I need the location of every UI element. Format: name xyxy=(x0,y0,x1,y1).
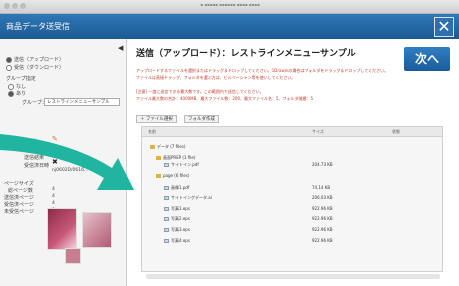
page-thumbnail[interactable] xyxy=(47,208,77,250)
file-icon xyxy=(164,163,169,167)
send-date-value: nj0602D/0616... xyxy=(52,168,89,173)
file-row[interactable]: 写真2.eps xyxy=(164,215,190,222)
zoom-window-dot[interactable] xyxy=(20,3,26,9)
radio-dot-selected-icon xyxy=(8,90,14,97)
next-button[interactable]: 次へ xyxy=(404,47,450,71)
file-size: 922.96 KB xyxy=(312,206,333,211)
file-name: 画像1.pdf xyxy=(171,185,190,190)
file-name: データ (7 files) xyxy=(157,144,186,149)
file-row[interactable]: サイトイングデータ.ai xyxy=(164,194,212,201)
page-in-value: 4 xyxy=(52,194,55,199)
warning-line: [注意] 一度に送信できる最大数です。この範囲内で送信してください。 xyxy=(136,89,264,94)
file-name: page (6 files) xyxy=(163,173,190,178)
radio-group-yes-label: あり xyxy=(16,91,27,97)
file-name: サイトイングデータ.ai xyxy=(171,195,212,200)
folder-icon xyxy=(156,156,161,160)
file-size: 922.96 KB xyxy=(312,227,333,232)
file-size: 206.03 KB xyxy=(312,195,333,200)
window-titlebar: ▪ ▪▪▪▪▪ ▪▪▪▪▪▪ ▪▪▪▪ ▪▪▪▪ xyxy=(0,0,459,14)
file-name: 画面PREP (1 file) xyxy=(163,155,196,160)
folder-row[interactable]: データ (7 files) xyxy=(150,143,185,150)
file-row[interactable]: 写真1.eps xyxy=(164,205,190,212)
file-icon xyxy=(164,196,169,200)
page-section-label: ページサイズ xyxy=(4,181,34,187)
page-unsent-label: 未受信ページ xyxy=(4,209,34,215)
radio-receive[interactable]: 受信（ダウンロード） xyxy=(6,64,64,71)
page-thumbnail[interactable] xyxy=(82,212,112,248)
file-icon xyxy=(164,239,169,243)
horizontal-scrollbar[interactable] xyxy=(146,274,440,279)
group-select[interactable]: レストラインメニューサンプル xyxy=(44,98,120,106)
page-title: 送信（アップロード）：レストラインメニューサンプル xyxy=(136,49,356,59)
page-out-value: 4 xyxy=(52,201,55,206)
column-size[interactable]: サイズ xyxy=(312,129,324,135)
app-title: 商品データ送受信 xyxy=(6,22,70,31)
radio-group-yes[interactable]: あり xyxy=(8,90,26,97)
person-icon: ⚑ xyxy=(52,144,59,152)
create-folder-button[interactable]: フォルダ作成 xyxy=(184,115,219,123)
file-row[interactable]: 写真4.eps xyxy=(164,237,190,244)
file-row[interactable]: 写真3.eps xyxy=(164,226,190,233)
folder-icon xyxy=(156,174,161,178)
close-window-dot[interactable] xyxy=(4,3,10,9)
radio-send[interactable]: 送信（アップロード） xyxy=(6,56,64,63)
warning-line: ファイル最大数の合計：4000MB、最大ファイル数：200、最大ファイル名：5、… xyxy=(136,96,314,101)
radio-dot-icon xyxy=(6,64,12,71)
file-size: 204.73 KB xyxy=(312,162,333,167)
group-section-label: グループ指定 xyxy=(6,76,36,82)
column-name[interactable]: 名前 xyxy=(148,129,156,135)
folder-row[interactable]: 画面PREP (1 file) xyxy=(156,154,195,161)
file-row[interactable]: サイトイン.pdf xyxy=(164,161,199,168)
file-row[interactable]: 画像1.pdf xyxy=(164,184,189,191)
send-date-label: 受信済日時 xyxy=(24,163,50,169)
page-thumbnail[interactable] xyxy=(65,248,81,264)
radio-group-none[interactable]: なし xyxy=(8,83,26,90)
column-status[interactable]: 状態 xyxy=(392,129,400,135)
file-name: 写真1.eps xyxy=(171,206,190,211)
file-name: サイトイン.pdf xyxy=(171,162,199,167)
page-total-value: 4 xyxy=(52,187,55,192)
file-size: 922.96 KB xyxy=(312,216,333,221)
close-button[interactable]: ✕ xyxy=(434,17,454,37)
file-icon xyxy=(164,228,169,232)
file-size: 922.96 KB xyxy=(312,238,333,243)
window-title: ▪ ▪▪▪▪▪ ▪▪▪▪▪▪ ▪▪▪▪ ▪▪▪▪ xyxy=(200,2,260,7)
radio-dot-icon xyxy=(8,83,14,90)
send-result-label: 送信結果 xyxy=(24,155,45,161)
pencil-icon: ✎ xyxy=(52,135,58,143)
application-window: ▪ ▪▪▪▪▪ ▪▪▪▪▪▪ ▪▪▪▪ ▪▪▪▪ 商品データ送受信 ✕ ◀ 送信… xyxy=(0,0,459,286)
app-header: 商品データ送受信 xyxy=(0,14,459,39)
file-size: 74.14 KB xyxy=(312,185,331,190)
add-file-button[interactable]: ＋ ファイル選択 xyxy=(136,115,177,123)
page-in-label: 送信済ページ xyxy=(4,195,34,201)
file-list-header: 名前 サイズ 状態 xyxy=(142,127,442,137)
radio-dot-selected-icon xyxy=(6,56,12,63)
file-name: 写真4.eps xyxy=(171,238,190,243)
status-label: 種別 xyxy=(26,139,37,145)
group-field-label: グループ： xyxy=(22,100,47,106)
folder-icon xyxy=(150,145,155,149)
error-x-icon: ✖ xyxy=(52,158,58,166)
folder-row[interactable]: page (6 files) xyxy=(156,172,189,179)
received-count-label: 受信済件数 xyxy=(24,147,50,153)
file-icon xyxy=(164,217,169,221)
file-name: 写真2.eps xyxy=(171,216,190,221)
page-total-label: 総ページ数 xyxy=(8,188,33,194)
radio-send-label: 送信（アップロード） xyxy=(14,57,65,63)
minimize-window-dot[interactable] xyxy=(12,3,18,9)
description-line: アップロードするファイルを選択またはドラッグ＆ドロップしてください。1Drawi… xyxy=(136,68,389,73)
file-icon xyxy=(164,186,169,190)
file-name: 写真3.eps xyxy=(171,227,190,232)
page-out-label: 受信済ページ xyxy=(4,202,34,208)
file-icon xyxy=(164,207,169,211)
radio-receive-label: 受信（ダウンロード） xyxy=(14,65,65,71)
collapse-sidebar-icon[interactable]: ◀ xyxy=(118,44,123,52)
description-line: ファイルは直接ドラッグ、フォルダを選ぶ方は、ビルベーシャン等を使いしてください。 xyxy=(136,75,296,80)
